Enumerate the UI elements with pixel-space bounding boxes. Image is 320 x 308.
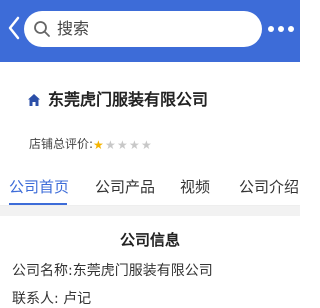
company-block: 东莞虎门服装有限公司 店铺总评价: ★ ★ ★ ★ ★ — [0, 62, 300, 164]
tab-bar: 公司首页 公司产品 视频 公司介绍 — [0, 166, 300, 206]
active-tab-indicator — [9, 203, 67, 205]
info-title: 公司信息 — [119, 231, 180, 249]
company-name: 东莞虎门服装有限公司 — [48, 90, 209, 109]
more-icon[interactable] — [268, 26, 294, 34]
star-empty-icon: ★ — [129, 138, 140, 152]
search-icon — [34, 21, 50, 37]
section-divider — [0, 206, 300, 216]
tab-videos[interactable]: 视频 — [180, 178, 210, 196]
info-contact-row: 联系人: 卢记 — [12, 291, 92, 307]
tab-company-home[interactable]: 公司首页 — [9, 178, 69, 196]
search-bar[interactable]: 搜索 — [24, 11, 262, 47]
star-empty-icon: ★ — [105, 138, 116, 152]
star-empty-icon: ★ — [117, 138, 128, 152]
rating-label: 店铺总评价: — [29, 137, 94, 151]
search-placeholder: 搜索 — [57, 19, 90, 38]
info-company-name-value: 东莞虎门服装有限公司 — [72, 263, 213, 279]
tab-company-products[interactable]: 公司产品 — [95, 178, 155, 196]
star-empty-icon: ★ — [141, 138, 152, 152]
tab-company-intro[interactable]: 公司介绍 — [239, 178, 299, 196]
back-icon[interactable] — [6, 16, 22, 40]
home-icon — [28, 94, 40, 106]
star-filled-icon: ★ — [93, 138, 104, 152]
app-header: 搜索 — [0, 0, 300, 62]
info-company-name-row: 公司名称:东莞虎门服装有限公司 — [12, 262, 213, 280]
info-company-name-label: 公司名称: — [12, 263, 73, 279]
